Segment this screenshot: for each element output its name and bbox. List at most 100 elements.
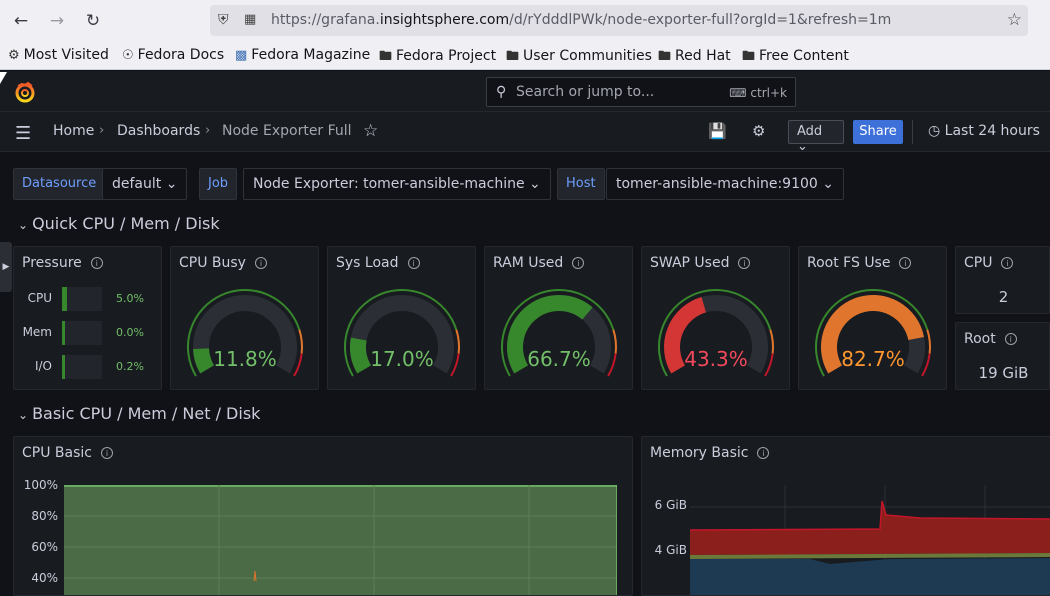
y-tick-label: 80% (22, 509, 58, 523)
variable-label-job: Job (199, 168, 237, 200)
info-icon[interactable]: i (572, 257, 584, 269)
expand-sidebar-toggle[interactable]: ▶ (0, 242, 12, 292)
menu-icon[interactable]: ☰ (15, 123, 31, 144)
grafana-logo-icon[interactable] (14, 81, 36, 103)
stat-value: 2 (956, 288, 1050, 306)
bookmark-red-hat[interactable]: 🖿Red Hat (658, 47, 731, 69)
breadcrumb-dashboards[interactable]: Dashboards (117, 123, 200, 139)
browser-toolbar: ← → ↻ ⛨ ▦ https://grafana.insightsphere.… (0, 0, 1050, 42)
stat-value: 19 GiB (956, 364, 1050, 382)
pressure-label: CPU (28, 291, 52, 305)
back-icon[interactable]: ← (10, 10, 32, 32)
row-quick-cpu-mem-disk[interactable]: ⌄Quick CPU / Mem / Disk (18, 214, 220, 233)
panel-title: CPU Busyi (179, 255, 267, 271)
panel-title: Root FS Usei (807, 255, 911, 271)
folder-icon: 🖿 (379, 47, 392, 69)
pressure-label: Mem (23, 325, 52, 339)
bookmark-free-content[interactable]: 🖿Free Content (742, 47, 849, 69)
panel-title: CPUi (964, 255, 1013, 271)
pressure-value: 0.2% (116, 360, 144, 373)
share-button[interactable]: Share (853, 120, 903, 144)
bookmark-fedora-docs[interactable]: ☉Fedora Docs (122, 47, 224, 63)
pressure-label: I/O (35, 359, 52, 373)
save-icon[interactable]: 💾 (708, 122, 727, 140)
toolbar-divider (912, 120, 913, 144)
panel-title: RAM Usedi (493, 255, 584, 271)
chevron-down-icon: ⌄ (797, 139, 808, 154)
variable-select-datasource[interactable]: default ⌄ (102, 168, 187, 200)
reload-icon[interactable]: ↻ (82, 10, 104, 32)
variable-select-job[interactable]: Node Exporter: tomer-ansible-machine ⌄ (243, 168, 551, 200)
grafana-topbar: ⚲ Search or jump to... ⌨ ctrl+k (0, 71, 1050, 112)
bookmark-user-communities[interactable]: 🖿User Communities (506, 47, 652, 69)
gauge-value: 11.8% (171, 347, 319, 371)
bookmark-fedora-project[interactable]: 🖿Fedora Project (379, 47, 496, 69)
clock-icon: ◷ (928, 123, 940, 139)
gauge-arc (642, 285, 790, 389)
panel-title: SWAP Usedi (650, 255, 750, 271)
url-text[interactable]: https://grafana.insightsphere.com/d/rYdd… (271, 12, 891, 28)
favorite-star-icon[interactable]: ☆ (363, 121, 378, 141)
info-icon[interactable]: i (101, 447, 113, 459)
info-icon[interactable]: i (255, 257, 267, 269)
url-bar[interactable]: ⛨ ▦ https://grafana.insightsphere.com/d/… (210, 5, 1028, 36)
pressure-value: 5.0% (116, 292, 144, 305)
info-icon[interactable]: i (1005, 333, 1017, 345)
pressure-row-io: I/O 0.2% (14, 355, 162, 379)
panel-title: Memory Basici (650, 445, 769, 461)
gauge-arc (799, 285, 947, 389)
panel-sys-load[interactable]: Sys Loadi 17.0% (327, 246, 476, 390)
memory-used-area (690, 501, 1050, 555)
panel-memory-basic[interactable]: Memory Basici 6 GiB 4 GiB (641, 436, 1050, 596)
settings-gear-icon[interactable]: ⚙ (752, 122, 765, 140)
forward-icon[interactable]: → (46, 10, 68, 32)
panel-cpu-count[interactable]: CPUi 2 (955, 246, 1050, 314)
y-tick-label: 100% (22, 478, 58, 492)
info-icon[interactable]: i (408, 257, 420, 269)
globe-icon: ☉ (122, 48, 134, 63)
breadcrumb-home[interactable]: Home (53, 123, 94, 139)
gauge-value: 66.7% (485, 347, 633, 371)
folder-icon: 🖿 (506, 47, 519, 69)
bookmark-star-icon[interactable]: ☆ (1007, 10, 1022, 30)
bookmark-most-visited[interactable]: ⚙Most Visited (8, 47, 109, 63)
add-button[interactable]: Add ⌄ (788, 120, 844, 144)
panel-title: CPU Basici (22, 445, 113, 461)
bookmark-fedora-magazine[interactable]: ▩Fedora Magazine (235, 47, 370, 63)
variable-label-host: Host (557, 168, 605, 200)
pressure-row-cpu: CPU 5.0% (14, 287, 162, 311)
y-tick-label: 6 GiB (650, 498, 687, 512)
lock-icon[interactable]: ▦ (244, 12, 256, 27)
variable-select-host[interactable]: tomer-ansible-machine:9100 ⌄ (606, 168, 844, 200)
info-icon[interactable]: i (1001, 257, 1013, 269)
row-basic-cpu-mem-net-disk[interactable]: ⌄Basic CPU / Mem / Net / Disk (18, 404, 260, 423)
info-icon[interactable]: i (738, 257, 750, 269)
folder-icon: 🖿 (742, 47, 755, 69)
chevron-down-icon: ⌄ (18, 218, 28, 232)
mouse-cursor (0, 72, 7, 84)
gear-icon: ⚙ (8, 48, 20, 63)
pressure-row-mem: Mem 0.0% (14, 321, 162, 345)
pressure-fill (65, 287, 67, 311)
info-icon[interactable]: i (757, 447, 769, 459)
panel-root-fs-use[interactable]: Root FS Usei 82.7% (798, 246, 947, 390)
search-input[interactable]: ⚲ Search or jump to... ⌨ ctrl+k (486, 77, 796, 107)
panel-pressure[interactable]: Pressurei CPU 5.0% Mem 0.0% I/O 0.2% (13, 246, 162, 390)
search-icon: ⚲ (496, 84, 506, 100)
panel-root-size[interactable]: Rooti 19 GiB (955, 322, 1050, 390)
panel-ram-used[interactable]: RAM Usedi 66.7% (484, 246, 633, 390)
y-tick-label: 60% (22, 540, 58, 554)
y-tick-label: 4 GiB (650, 543, 687, 557)
panel-cpu-basic[interactable]: CPU Basici 100% 80% 60% 40% (13, 436, 633, 596)
y-tick-label: 40% (22, 571, 58, 585)
chevron-right-icon: › (99, 123, 104, 138)
info-icon[interactable]: i (899, 257, 911, 269)
time-range-picker[interactable]: ◷ Last 24 hours (928, 123, 1040, 139)
breadcrumb-current: Node Exporter Full (222, 123, 352, 139)
panel-swap-used[interactable]: SWAP Usedi 43.3% (641, 246, 790, 390)
memory-cache-area (690, 558, 1050, 595)
shield-icon[interactable]: ⛨ (218, 12, 229, 28)
info-icon[interactable]: i (91, 257, 103, 269)
gauge-value: 43.3% (642, 347, 790, 371)
panel-cpu-busy[interactable]: CPU Busyi 11.8% (170, 246, 319, 390)
